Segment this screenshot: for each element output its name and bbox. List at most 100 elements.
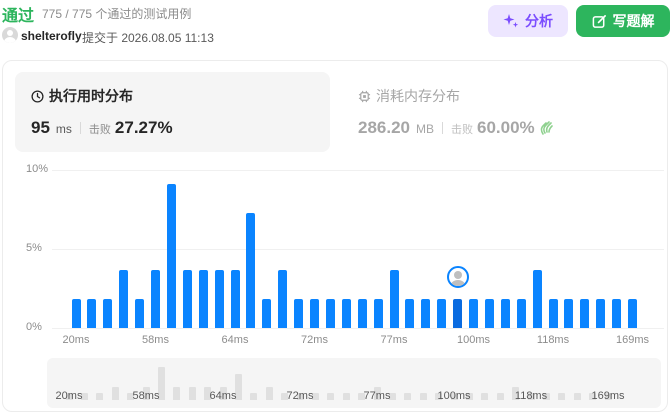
chip-icon [358, 90, 371, 102]
runtime-title-text: 执行用时分布 [49, 88, 133, 104]
distribution-bar[interactable] [246, 213, 256, 328]
user-avatar[interactable] [2, 27, 18, 43]
sparkle-icon [503, 14, 519, 28]
distribution-bar[interactable] [294, 299, 304, 328]
overview-bar [481, 393, 489, 400]
x-tick-label: 100ms [456, 334, 491, 346]
distribution-bar[interactable] [230, 270, 240, 328]
overview-bar [327, 393, 335, 400]
username-link[interactable]: shelterofly [21, 29, 82, 43]
distribution-bar[interactable] [580, 299, 590, 328]
overview-tick-label: 58ms [132, 390, 160, 402]
x-tick-label: 169ms [615, 334, 650, 346]
overview-bar [496, 393, 504, 400]
distribution-bar[interactable] [596, 299, 606, 328]
divider [442, 122, 443, 134]
overview-tick-label: 77ms [363, 390, 391, 402]
distribution-bar[interactable] [135, 299, 145, 328]
edit-icon [592, 14, 606, 28]
distribution-bar[interactable] [532, 270, 542, 328]
gridline [52, 328, 664, 329]
analyze-button[interactable]: 分析 [488, 5, 568, 37]
overview-tick-label: 118ms [514, 390, 548, 402]
y-tick-label: 0% [26, 321, 42, 333]
distribution-bar[interactable] [516, 299, 526, 328]
distribution-bar[interactable] [548, 299, 558, 328]
distribution-bar[interactable] [198, 270, 208, 328]
x-tick-label: 72ms [301, 334, 328, 346]
distribution-bar[interactable] [612, 299, 622, 328]
distribution-bar[interactable] [278, 270, 288, 328]
distribution-bar[interactable] [325, 299, 335, 328]
y-tick-label: 5% [26, 242, 42, 254]
overview-bar [265, 386, 273, 400]
distribution-bar[interactable] [182, 270, 192, 328]
memory-beats-label: 击败 [451, 124, 473, 136]
overview-bar [419, 393, 427, 400]
runtime-title: 执行用时分布 [31, 86, 133, 106]
overview-tick-label: 64ms [209, 390, 237, 402]
distribution-bar[interactable] [87, 299, 97, 328]
analyze-label: 分析 [525, 13, 553, 29]
overview-bar [573, 393, 581, 400]
distribution-bar[interactable] [421, 299, 431, 328]
runtime-value: 95 ms 击败 27.27% [31, 118, 173, 138]
x-tick-label: 64ms [221, 334, 249, 346]
write-solution-button[interactable]: 写题解 [576, 5, 670, 37]
memory-number: 286.20 [358, 118, 410, 137]
clap-icon [540, 121, 553, 135]
distribution-bar[interactable] [103, 299, 113, 328]
memory-title: 消耗内存分布 [358, 86, 460, 106]
overview-bar [111, 386, 119, 400]
runtime-beats-label: 击败 [88, 124, 111, 136]
gridline [52, 170, 664, 171]
my-submission-avatar-marker[interactable] [446, 266, 469, 289]
runtime-card[interactable]: 执行用时分布 95 ms 击败 27.27% [15, 72, 330, 152]
submission-header: 通过 775 / 775 个通过的测试用例 shelterofly 提交于 20… [0, 0, 672, 52]
distribution-bar[interactable] [437, 299, 447, 328]
distribution-bar[interactable] [151, 270, 160, 328]
x-tick-label: 77ms [380, 334, 408, 346]
overview-tick-label: 169ms [591, 390, 625, 402]
distribution-bar[interactable] [628, 299, 637, 328]
my-submission-bar[interactable] [453, 299, 463, 328]
distribution-bar[interactable] [119, 270, 129, 328]
distribution-bar[interactable] [500, 299, 510, 328]
distribution-bar[interactable] [484, 299, 494, 328]
distribution-bar[interactable] [469, 299, 478, 328]
x-tick-label: 58ms [142, 334, 169, 346]
distribution-bar[interactable] [262, 299, 272, 328]
distribution-bar[interactable] [405, 299, 415, 328]
gridline [52, 249, 664, 250]
distribution-bar[interactable] [564, 299, 574, 328]
overview-bar [404, 393, 412, 400]
submitted-time: 提交于 2026.08.05 11:13 [82, 31, 214, 45]
y-tick-label: 10% [26, 163, 49, 175]
distribution-bar[interactable] [373, 299, 383, 328]
distribution-bar[interactable] [341, 299, 351, 328]
distribution-bar[interactable] [357, 299, 367, 328]
distribution-bar[interactable] [166, 184, 176, 328]
distribution-bar[interactable] [214, 270, 224, 328]
overview-bar [558, 393, 566, 400]
divider [79, 122, 81, 134]
runtime-beats-percent: 27.27% [114, 118, 173, 137]
distribution-bar[interactable] [389, 270, 399, 328]
x-tick-label: 118ms [536, 334, 570, 346]
x-tick-label: 20ms [62, 334, 90, 346]
overview-bar [173, 386, 181, 400]
overview-bar [188, 386, 196, 400]
memory-card[interactable]: 消耗内存分布 286.20 MB 击败 60.00% [342, 72, 657, 152]
testcase-count: 775 / 775 个通过的测试用例 [42, 7, 192, 21]
clock-icon [31, 89, 44, 103]
memory-value: 286.20 MB 击败 60.00% [358, 118, 555, 138]
write-solution-label: 写题解 [612, 13, 655, 29]
distribution-bar[interactable] [310, 299, 319, 328]
runtime-number: 95 [31, 118, 50, 137]
overview-tick-label: 100ms [437, 390, 471, 402]
overview-bar [250, 393, 258, 400]
distribution-bar[interactable] [71, 299, 81, 328]
runtime-unit: ms [55, 122, 72, 136]
memory-beats-percent: 60.00% [477, 118, 535, 137]
memory-unit: MB [416, 122, 434, 136]
